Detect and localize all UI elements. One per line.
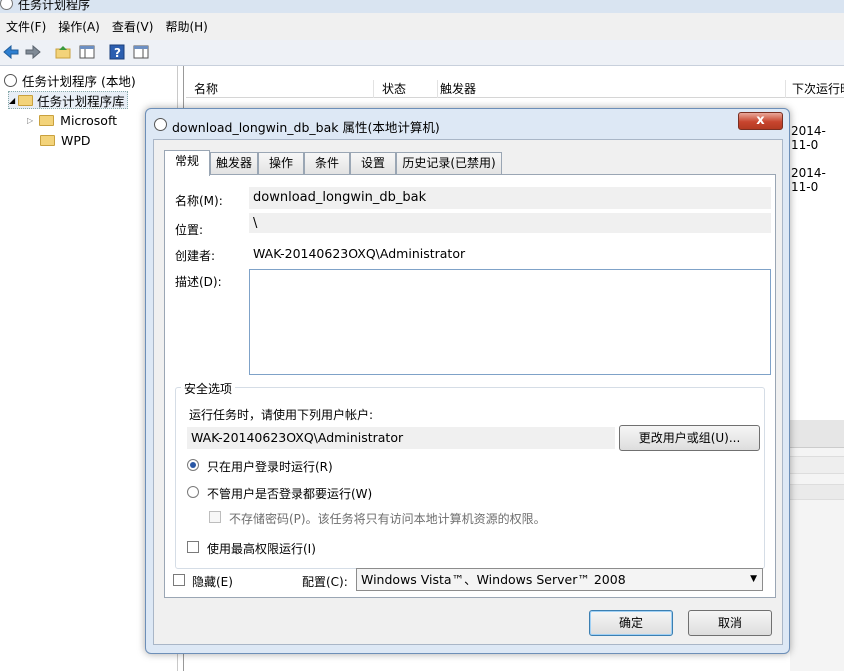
menu-action[interactable]: 操作(A) (58, 18, 100, 35)
tab-history[interactable]: 历史记录(已禁用) (396, 152, 502, 174)
next-run-cell: 2014-11-0 (791, 124, 826, 152)
column-triggers[interactable]: 触发器 (440, 80, 786, 98)
close-button[interactable]: x (738, 112, 783, 130)
folder-up-icon[interactable] (54, 43, 72, 61)
collapsed-arrow-icon[interactable]: ▷ (27, 116, 33, 125)
properties-dialog: download_longwin_db_bak 属性(本地计算机) x 常规 触… (145, 108, 790, 654)
tree-item-library[interactable]: ◢ 任务计划程序库 (8, 91, 128, 109)
detail-pane (790, 420, 844, 671)
ok-button[interactable]: 确定 (589, 610, 673, 636)
hidden-checkbox[interactable] (173, 574, 185, 586)
clock-icon (0, 0, 13, 10)
window-title-bar: 任务计划程序 (0, 0, 844, 13)
description-label: 描述(D): (175, 275, 222, 289)
config-select-value: Windows Vista™、Windows Server™ 2008 (361, 572, 626, 587)
tab-triggers[interactable]: 触发器 (210, 152, 258, 174)
tree-item-wpd-label: WPD (61, 132, 91, 148)
folder-icon (40, 134, 55, 146)
author-label: 创建者: (175, 249, 216, 263)
config-select[interactable]: Windows Vista™、Windows Server™ 2008 ▼ (356, 568, 763, 591)
task-name-field[interactable]: download_longwin_db_bak (249, 187, 771, 209)
tree-item-microsoft-label: Microsoft (60, 112, 118, 128)
security-options-legend: 安全选项 (181, 380, 236, 397)
author-value: WAK-20140623OXQ\Administrator (253, 246, 466, 261)
show-hide-action-pane-icon[interactable] (132, 43, 150, 61)
folder-icon (39, 114, 55, 126)
dialog-client-area: 常规 触发器 操作 条件 设置 历史记录(已禁用) 名称(M): downloa… (153, 139, 783, 645)
chevron-down-icon[interactable]: ▼ (750, 569, 757, 590)
dialog-title: download_longwin_db_bak 属性(本地计算机) (172, 120, 440, 135)
show-hide-console-tree-icon[interactable] (78, 43, 96, 61)
back-arrow-icon[interactable] (2, 43, 20, 61)
help-icon[interactable]: ? (108, 43, 126, 61)
tab-general[interactable]: 常规 (164, 150, 210, 176)
detail-tab-strip (790, 420, 844, 448)
window-title: 任务计划程序 (18, 0, 91, 12)
radio-run-whether-logged-on-label[interactable]: 不管用户是否登录都要运行(W) (207, 485, 372, 502)
tree-root-label: 任务计划程序 (本地) (22, 73, 136, 89)
change-user-button[interactable]: 更改用户或组(U)... (619, 425, 760, 451)
tree-item-library-label: 任务计划程序库 (37, 93, 125, 109)
no-store-password-label: 不存储密码(P)。该任务将只有访问本地计算机资源的权限。 (229, 512, 546, 526)
run-as-prompt: 运行任务时，请使用下列用户帐户: (189, 408, 374, 422)
tab-conditions[interactable]: 条件 (304, 152, 350, 174)
location-field: \ (249, 213, 771, 233)
no-store-password-checkbox (209, 511, 221, 523)
next-run-cell: 2014-11-0 (791, 166, 826, 194)
cancel-button[interactable]: 取消 (688, 610, 772, 636)
tab-actions[interactable]: 操作 (258, 152, 304, 174)
folder-clock-icon (18, 94, 34, 106)
general-tab-page: 名称(M): download_longwin_db_bak 位置: \ 创建者… (164, 174, 776, 598)
task-list-header: 名称 状态 触发器 下次运行时 (186, 78, 844, 98)
radio-run-only-logged-on-label[interactable]: 只在用户登录时运行(R) (207, 458, 333, 475)
menu-file[interactable]: 文件(F) (6, 18, 46, 35)
tree-root[interactable]: 任务计划程序 (本地) (4, 71, 136, 89)
config-label: 配置(C): (302, 575, 348, 589)
highest-privileges-checkbox[interactable] (187, 541, 199, 553)
menu-help[interactable]: 帮助(H) (165, 18, 207, 35)
radio-run-only-logged-on[interactable] (187, 459, 199, 471)
forward-arrow-icon[interactable] (24, 43, 42, 61)
highest-privileges-label[interactable]: 使用最高权限运行(I) (207, 540, 316, 557)
menu-bar: 文件(F) 操作(A) 查看(V) 帮助(H) (0, 13, 844, 40)
clock-icon (4, 73, 17, 87)
menu-view[interactable]: 查看(V) (112, 18, 154, 35)
expanded-arrow-icon[interactable]: ◢ (9, 96, 15, 105)
column-next-run[interactable]: 下次运行时 (792, 80, 844, 98)
detail-row (790, 456, 844, 474)
svg-text:?: ? (114, 46, 121, 60)
detail-row (790, 484, 844, 500)
name-label: 名称(M): (175, 194, 223, 208)
radio-run-whether-logged-on[interactable] (187, 486, 199, 498)
column-status[interactable]: 状态 (382, 80, 438, 98)
hidden-label[interactable]: 隐藏(E) (192, 573, 233, 590)
description-textarea[interactable] (249, 269, 771, 375)
tree-item-wpd[interactable]: WPD (40, 131, 91, 149)
clock-icon (154, 118, 167, 131)
user-account-field: WAK-20140623OXQ\Administrator (187, 427, 615, 449)
tab-settings[interactable]: 设置 (350, 152, 396, 174)
location-label: 位置: (175, 223, 204, 237)
column-name[interactable]: 名称 (194, 80, 374, 98)
tree-item-microsoft[interactable]: ▷ Microsoft (27, 111, 117, 129)
toolbar: ? (0, 40, 844, 66)
